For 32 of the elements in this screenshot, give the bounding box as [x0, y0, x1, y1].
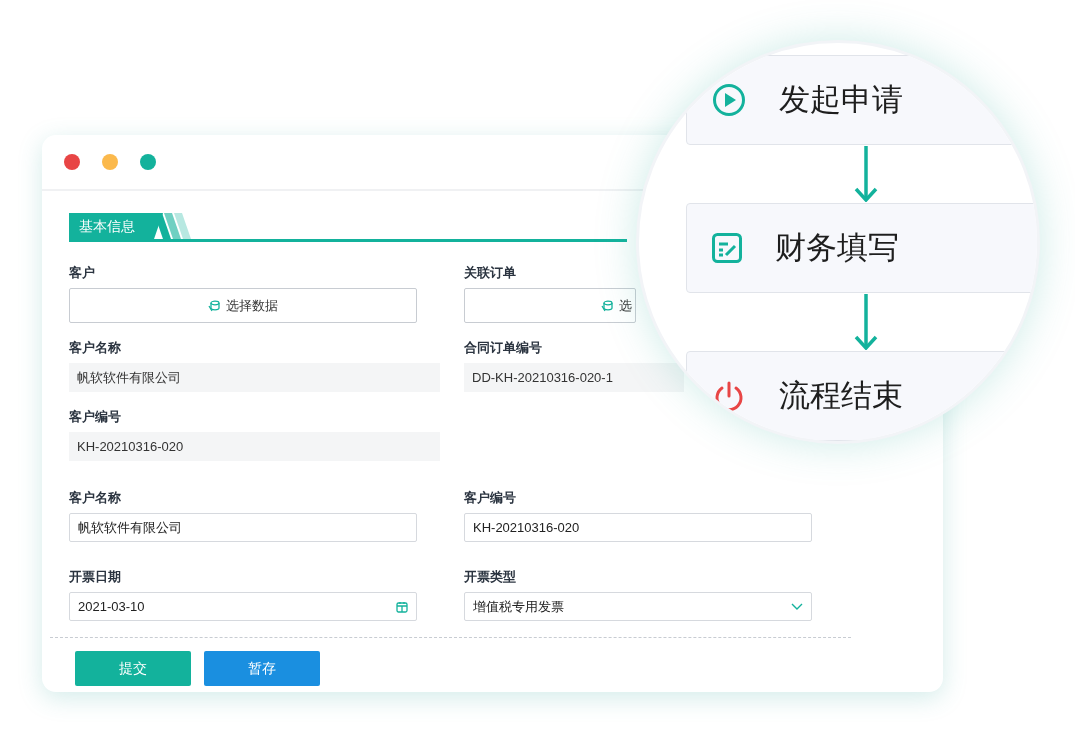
play-icon: [712, 83, 746, 117]
field-label: 客户名称: [69, 339, 122, 356]
date-field[interactable]: 2021-03-10: [69, 592, 417, 621]
edit-form-icon: [712, 233, 742, 263]
down-arrow: [854, 146, 878, 202]
input-field[interactable]: 帆软软件有限公司: [69, 513, 417, 542]
select-data-button[interactable]: 选择数据: [69, 288, 417, 323]
select-data-button[interactable]: 选: [464, 288, 636, 323]
dropdown-field[interactable]: 增值税专用发票: [464, 592, 812, 621]
field-label: 客户名称: [69, 489, 122, 506]
flow-step-label: 流程结束: [779, 377, 903, 415]
field-label: 合同订单编号: [464, 339, 543, 356]
readonly-field: KH-20210316-020: [69, 432, 440, 461]
calendar-icon: [396, 600, 408, 613]
flow-step-label: 财务填写: [775, 229, 899, 267]
field-label: 开票日期: [69, 568, 122, 585]
database-icon: [601, 299, 613, 312]
field-label: 客户编号: [69, 408, 122, 425]
down-arrow: [854, 294, 878, 350]
field-label: 开票类型: [464, 568, 517, 585]
field-label: 关联订单: [464, 264, 517, 281]
readonly-field: 帆软软件有限公司: [69, 363, 440, 392]
window-control-dot[interactable]: [140, 154, 156, 170]
readonly-field: DD-KH-20210316-020-1: [464, 363, 684, 392]
field-label: 客户编号: [464, 489, 517, 506]
flow-step-label: 发起申请: [779, 81, 903, 119]
field-label: 客户: [69, 264, 96, 281]
chevron-down-icon: [791, 602, 803, 611]
input-field[interactable]: KH-20210316-020: [464, 513, 812, 542]
window-control-dot[interactable]: [102, 154, 118, 170]
database-icon: [208, 299, 220, 312]
window-control-dot[interactable]: [64, 154, 80, 170]
